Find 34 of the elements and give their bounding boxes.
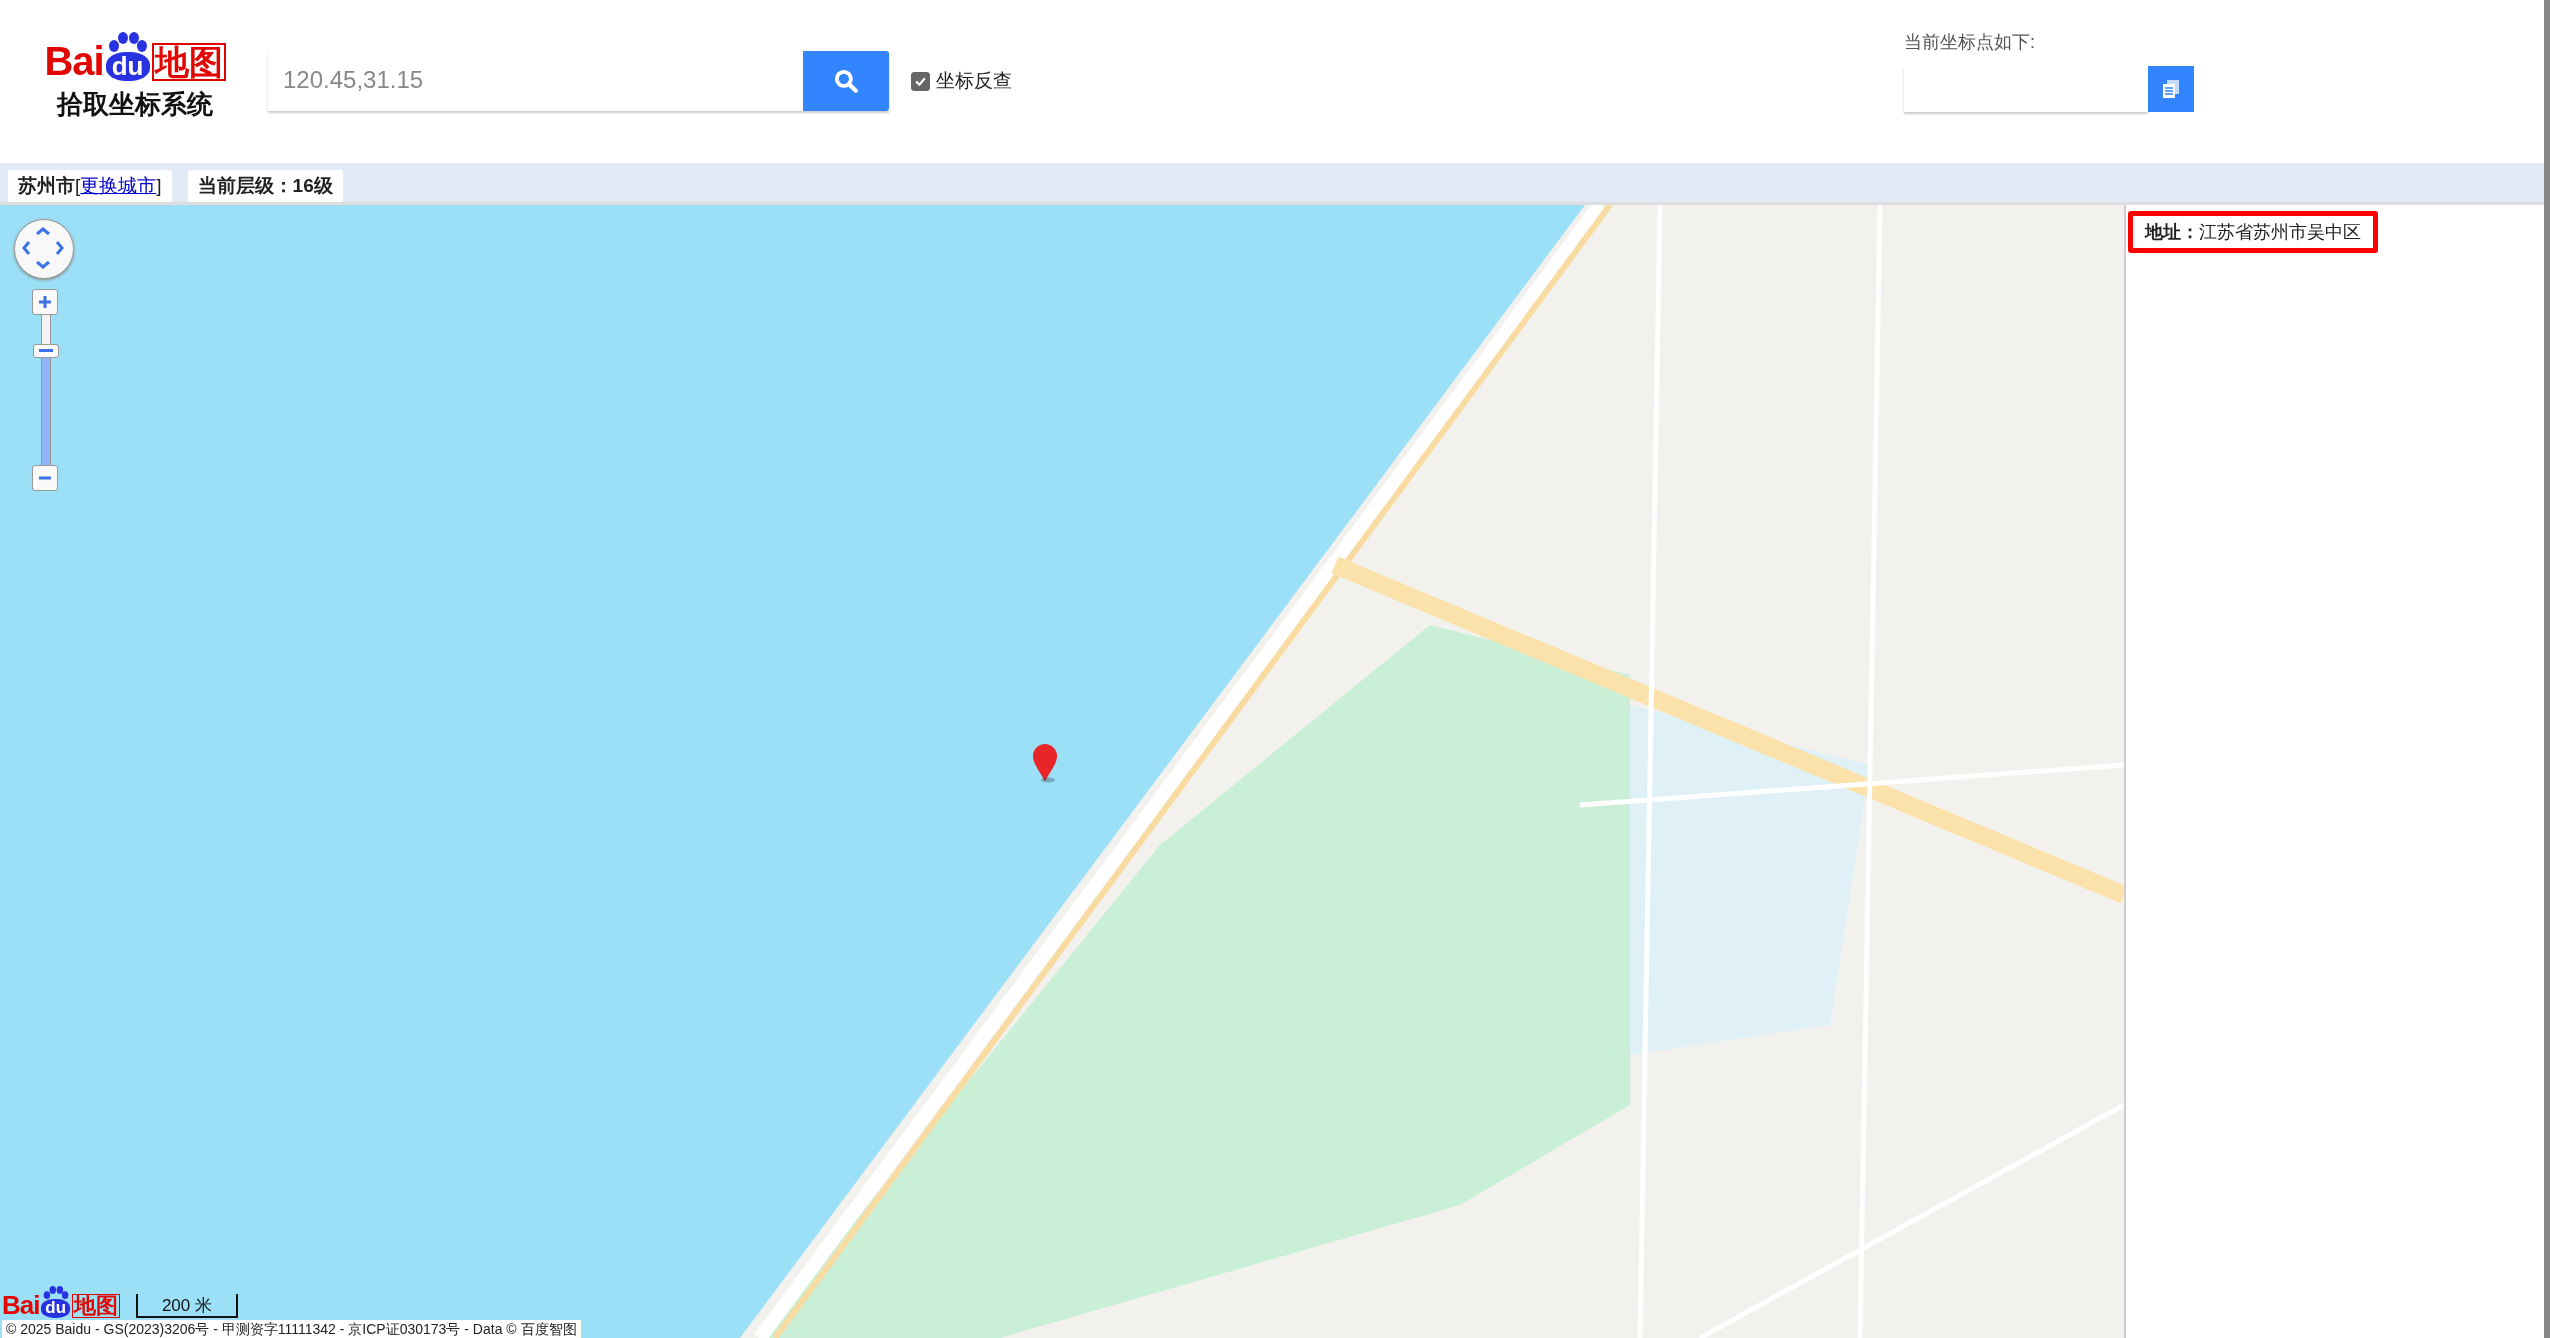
- plus-icon: [38, 295, 52, 309]
- logo-text: 地图: [151, 43, 226, 82]
- pan-control[interactable]: [14, 219, 74, 279]
- checkbox-label: 坐标反查: [936, 69, 1012, 94]
- paw-icon: [42, 1286, 69, 1300]
- search-button[interactable]: [803, 51, 889, 112]
- app-subtitle: 拾取坐标系统: [57, 88, 213, 122]
- location-pin-icon: [1030, 743, 1060, 783]
- search-icon: [833, 68, 859, 95]
- logo-text: Bai: [44, 41, 104, 82]
- change-city-link[interactable]: 更换城市: [80, 173, 157, 199]
- logo-paw: du: [105, 52, 150, 82]
- grip-icon: [39, 348, 53, 353]
- bracket: [: [75, 175, 81, 197]
- zoom-out-button[interactable]: [32, 465, 58, 491]
- paw-icon: [107, 32, 148, 53]
- coordinate-label: 当前坐标点如下:: [1904, 31, 2036, 55]
- minus-icon: [38, 476, 52, 480]
- logo-paw: du: [41, 1299, 70, 1318]
- bracket: ]: [156, 175, 162, 197]
- zoom-in-button[interactable]: [32, 289, 58, 315]
- search-field[interactable]: 120.45,31.15: [268, 51, 803, 110]
- logo-text: Bai: [2, 1292, 40, 1318]
- city-label: 苏州市: [18, 174, 75, 198]
- address-label: 地址：江苏省苏州市吴中区: [2128, 211, 2378, 253]
- slider-thumb[interactable]: [33, 343, 59, 358]
- copy-icon: [2162, 79, 2180, 100]
- map-scale: 200 米: [135, 1294, 238, 1318]
- logo-text: 地图: [71, 1293, 120, 1318]
- copy-button[interactable]: [2148, 66, 2194, 113]
- map-copyright: © 2025 Baidu - GS(2023)3206号 - 甲测资字11111342 - 京ICP证030173号 - Data © 百度智图: [2, 1320, 581, 1338]
- checkbox[interactable]: [911, 71, 930, 91]
- coordinate-field[interactable]: [1904, 66, 2148, 113]
- map-view[interactable]: Bai du 地图 200 米 © 2025 Baidu - GS(2023)3206号 - 甲测资字11111342 - 京ICP证030173号 - Data © 百度智图: [0, 205, 2124, 1338]
